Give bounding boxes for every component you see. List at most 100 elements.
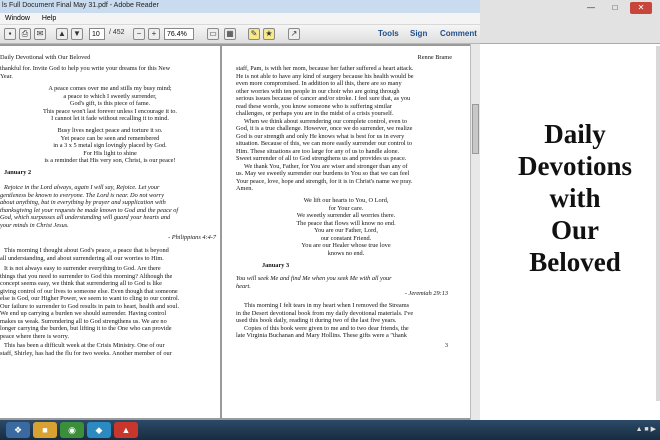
page-text-line: Sweet surrender of all to God strengthen… — [236, 155, 407, 162]
page-text-line: situation. Because of this, we can more … — [236, 140, 413, 147]
date-heading: January 3 — [262, 262, 290, 269]
page-text-line: Year. — [0, 72, 13, 80]
page-text-line: else is God, our Higher Power, we seem t… — [0, 295, 180, 302]
zoom-in-icon[interactable]: + — [148, 28, 160, 40]
page-text-line: When we think about surrendering our com… — [244, 117, 407, 125]
page-text-line: We end up carrying a burden we should su… — [0, 310, 167, 317]
page-text-line: We sweetly surrender all worries there. — [296, 212, 396, 219]
page-text-line: our constant Friend. — [320, 234, 372, 242]
sign-button[interactable]: Sign — [410, 29, 427, 38]
cover-line: Beloved — [529, 247, 621, 277]
cover-line: with — [549, 183, 601, 213]
page-text-line: knows no end. — [327, 249, 365, 257]
page-text-line: staff, Shirley, has had the flu for two … — [0, 349, 172, 357]
page-text-line: Our failure to surrender to God results … — [0, 302, 179, 310]
page-text-line: late Virginia Buchanan and Mary Hollins.… — [236, 332, 407, 339]
page-text-line: This peace won't last forever unless I e… — [42, 107, 178, 115]
page-text-line: You are our Father, Lord, — [314, 227, 378, 234]
minimize-icon[interactable]: — — [580, 2, 602, 14]
adobe-reader-window: ls Full Document Final May 31.pdf - Adob… — [0, 0, 480, 420]
page-text-line: for Your care. — [328, 204, 364, 212]
tools-button[interactable]: Tools — [378, 29, 399, 38]
page-text-line: A peace comes over me and stills my busy… — [48, 85, 172, 92]
page-text-line: He is not able to have any kind of surge… — [236, 72, 414, 80]
page-text-line: Amen. — [236, 185, 253, 192]
page-total: / 452 — [109, 29, 125, 36]
running-header: Daily Devotional with Our Beloved — [0, 54, 91, 61]
page-text-line: This has been a difficult week at the Cr… — [4, 342, 165, 349]
page-text-line: This morning I felt tears in my heart wh… — [244, 302, 410, 309]
page-text-line: Him. These situations are too large for … — [236, 147, 400, 155]
page-text-line: challenges, or perhaps you are in the mi… — [236, 110, 394, 117]
cover-line: Devotions — [518, 151, 632, 181]
page-number-input[interactable] — [89, 28, 105, 40]
expand-icon[interactable]: ↗ — [288, 28, 300, 40]
save-icon[interactable]: ▪ — [4, 28, 16, 40]
taskbar: ❖ ■ ◉ ◆ ▲ ▲ ■ ▶ — [0, 420, 660, 440]
maximize-icon[interactable]: □ — [604, 2, 626, 14]
cover-window-toolbar: — □ ✕ — [480, 0, 660, 44]
page-text-line: thanksgiving let your requests be made k… — [0, 206, 179, 214]
cover-line: Daily — [544, 119, 606, 149]
page-text-line: even more compromised. In addition to al… — [236, 80, 402, 87]
page-text-line: Rejoice in the Lord always, again I will… — [4, 184, 160, 191]
zoom-out-icon[interactable]: − — [133, 28, 145, 40]
date-heading: January 2 — [4, 169, 32, 176]
page-text-line: in a 3 x 5 metal sign lovingly placed by… — [53, 142, 167, 149]
vertical-scrollbar[interactable] — [470, 44, 480, 420]
menu-help[interactable]: Help — [42, 15, 56, 22]
page-text-line: This morning I thought about God's peace… — [4, 247, 169, 254]
page-number: 3 — [444, 342, 448, 349]
fit-page-icon[interactable]: ▭ — [207, 28, 219, 40]
page-text-line: We thank You, Father, for You are wiser … — [244, 162, 408, 170]
page-text-line: concept seems easy, we think that surren… — [0, 280, 162, 287]
system-tray[interactable]: ▲ ■ ▶ — [636, 425, 656, 433]
page-text-line: - Philippians 4:4-7 — [168, 234, 216, 241]
page-text-line: your minds in Christ Jesus. — [0, 221, 69, 229]
page-text-line: - Jeremiah 29:13 — [404, 290, 448, 297]
pdf-page-right: Renne Brame staff, Pam, is with her mom, … — [222, 46, 470, 418]
fit-width-icon[interactable]: ▦ — [224, 28, 236, 40]
page-text-line: The peace that flows will know no end. — [296, 219, 396, 227]
document-area[interactable]: Daily Devotional with Our Beloved thankfu… — [0, 44, 480, 420]
page-text-line: in the Desert devotional book from my da… — [236, 309, 414, 317]
app-icon[interactable]: ◆ — [87, 422, 111, 438]
email-icon[interactable]: ✉ — [34, 28, 46, 40]
page-text-line: us. May we sweetly surrender our burdens… — [236, 170, 410, 177]
page-text-line: giving control of our lives to someone e… — [0, 287, 178, 295]
page-text-line: You will seek Me and find Me when you se… — [236, 275, 392, 282]
page-text-line: God's gift, is this piece of fame. — [69, 100, 151, 107]
menu-window[interactable]: Window — [5, 15, 30, 22]
cover-scrollbar[interactable] — [656, 46, 660, 401]
menu-bar: Window Help — [0, 13, 480, 25]
page-text-line: God, which surpasses all understanding w… — [0, 214, 171, 221]
cover-line: Our — [550, 215, 599, 245]
page-text-line: all understanding, and about surrenderin… — [0, 254, 164, 262]
page-text-line: read these words, you know someone who i… — [236, 102, 392, 110]
print-icon[interactable]: ⎙ — [19, 28, 31, 40]
page-text-line: God, it is a true challenge. However, on… — [236, 125, 413, 132]
page-text-line: heart. — [236, 282, 251, 290]
running-header: Renne Brame — [417, 54, 452, 61]
page-text-line: longer carrying the burden, but lifting … — [0, 325, 172, 332]
page-text-line: You are our Healer whose true love — [301, 242, 391, 249]
highlight-icon[interactable]: ★ — [263, 28, 275, 40]
up-arrow-icon[interactable]: ▲ — [56, 28, 68, 40]
close-icon[interactable]: ✕ — [630, 2, 652, 14]
page-text-line: makes us weak. Surrendering all to God s… — [0, 317, 167, 325]
comment-icon[interactable]: ✎ — [248, 28, 260, 40]
page-text-line: used this book daily, reading it during … — [236, 317, 397, 324]
comment-button[interactable]: Comment — [440, 29, 477, 38]
page-text-line: Your peace, love, hope and strength, for… — [236, 177, 413, 185]
pdf-page-left: Daily Devotional with Our Beloved thankfu… — [0, 46, 220, 418]
zoom-input[interactable] — [164, 28, 194, 40]
adobe-reader-icon[interactable]: ▲ — [114, 422, 138, 438]
down-arrow-icon[interactable]: ▼ — [71, 28, 83, 40]
chrome-icon[interactable]: ◉ — [60, 422, 84, 438]
start-icon[interactable]: ❖ — [6, 422, 30, 438]
page-text-line: thankful for. Invite God to help you wri… — [0, 65, 171, 72]
window-title: ls Full Document Final May 31.pdf - Adob… — [0, 0, 480, 13]
scroll-thumb[interactable] — [472, 104, 479, 154]
page-text-line: serious issues because of cancer and/or … — [236, 95, 411, 102]
folder-icon[interactable]: ■ — [33, 422, 57, 438]
